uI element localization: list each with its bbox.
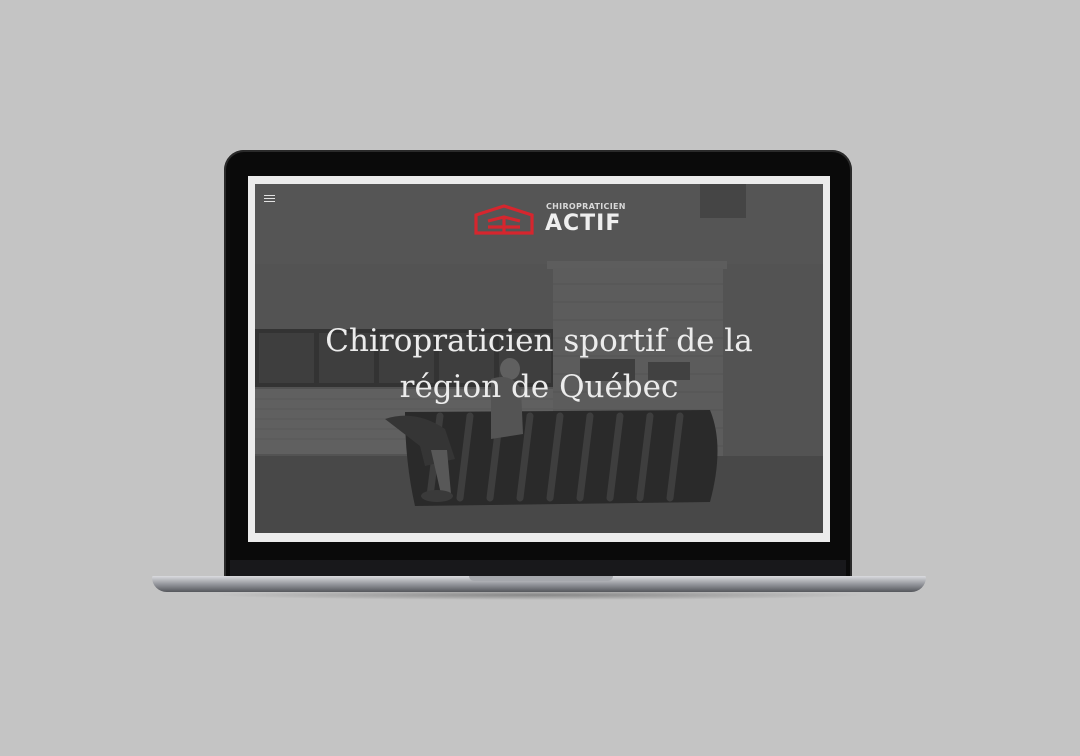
website-screen: CHIROPRATICIEN ACTIF Chiropraticien spor… bbox=[255, 184, 823, 533]
logo-big-text: ACTIF bbox=[545, 211, 622, 236]
chiro-logo-mark-icon bbox=[474, 204, 534, 235]
site-logo[interactable]: CHIROPRATICIEN ACTIF bbox=[474, 201, 625, 241]
hamburger-menu-icon[interactable] bbox=[264, 195, 275, 203]
hero-title: Chiropraticien sportif de la région de Q… bbox=[289, 318, 789, 410]
hero-title-line-2: région de Québec bbox=[399, 369, 679, 405]
logo-small-text: CHIROPRATICIEN bbox=[546, 202, 626, 211]
hero-title-line-1: Chiropraticien sportif de la bbox=[325, 323, 753, 359]
laptop-opening-notch bbox=[469, 576, 613, 581]
